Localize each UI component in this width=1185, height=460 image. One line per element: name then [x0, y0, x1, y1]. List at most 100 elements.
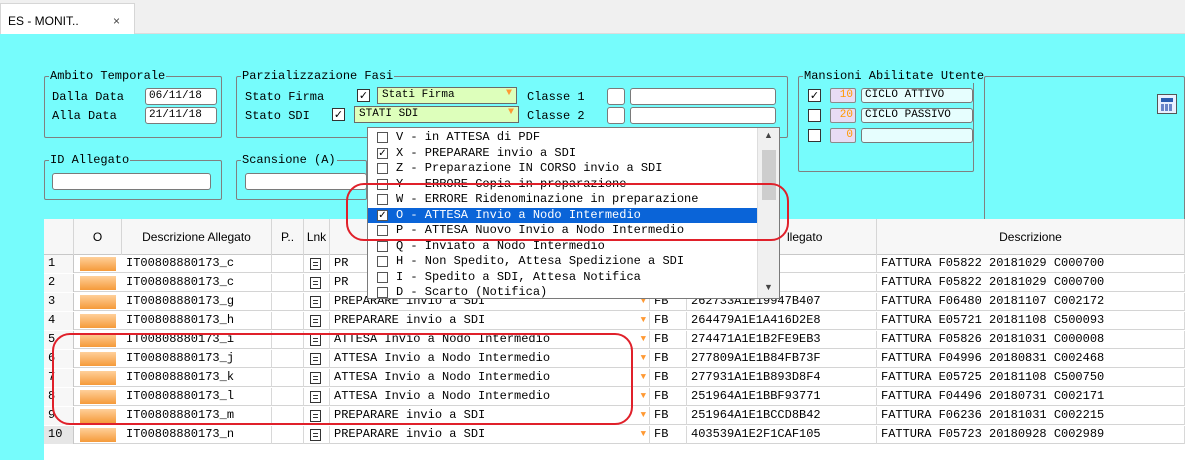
- stato-value: PREPARARE invio a SDI: [334, 427, 486, 441]
- option-label: H - Non Spedito, Attesa Spedizione a SDI: [396, 254, 685, 268]
- id-allegato-cell: 403539A1E2F1CAF105: [687, 426, 877, 444]
- row-number: 10: [44, 426, 74, 444]
- id-allegato-cell: 264479A1E1A416D2E8: [687, 312, 877, 330]
- lnk-cell[interactable]: [304, 312, 330, 330]
- option-label: I - Spedito a SDI, Attesa Notifica: [396, 269, 641, 284]
- header-descrizione[interactable]: Descrizione: [877, 219, 1185, 255]
- lnk-cell[interactable]: [304, 274, 330, 292]
- close-icon[interactable]: ×: [113, 14, 120, 28]
- header-descrizione-allegato[interactable]: Descrizione Allegato: [122, 219, 272, 255]
- stato-value: PR: [334, 275, 349, 289]
- row-number-header: [44, 219, 74, 255]
- tab-es-monit[interactable]: ES - MONIT.. ×: [0, 3, 135, 34]
- stato-value: PREPARARE invio a SDI: [334, 313, 486, 327]
- descrizione-cell: FATTURA E05721 20181108 C500093: [877, 312, 1185, 330]
- chevron-down-icon[interactable]: ▼: [641, 426, 646, 443]
- mansione-checkbox[interactable]: ✓: [808, 89, 821, 102]
- status-color-cell: [80, 428, 116, 442]
- dropdown-option[interactable]: D - Scarto (Notifica): [368, 285, 762, 300]
- stato-sdi-value: STATI SDI: [359, 108, 419, 120]
- lnk-cell[interactable]: [304, 426, 330, 444]
- document-icon[interactable]: [310, 315, 321, 327]
- tipo-cell: FB: [650, 388, 687, 406]
- option-checkbox[interactable]: [377, 163, 388, 174]
- tipo-cell: FB: [650, 350, 687, 368]
- group-title: ID Allegato: [49, 153, 131, 167]
- p-cell: [272, 426, 304, 444]
- document-icon[interactable]: [310, 258, 321, 270]
- stato-firma-value: Stati Firma: [382, 89, 455, 101]
- chevron-down-icon[interactable]: ▼: [641, 388, 646, 405]
- lnk-cell[interactable]: [304, 255, 330, 273]
- header-p[interactable]: P..: [272, 219, 304, 255]
- alla-data-label: Alla Data: [52, 109, 117, 123]
- stato-cell[interactable]: PREPARARE invio a SDI ▼: [330, 312, 650, 330]
- header-o[interactable]: O: [74, 219, 122, 255]
- dropdown-option[interactable]: I - Spedito a SDI, Attesa Notifica: [368, 270, 762, 285]
- stato-sdi-checkbox[interactable]: ✓: [332, 108, 345, 121]
- stato-sdi-select[interactable]: STATI SDI ▼: [354, 106, 519, 123]
- tipo-cell: FB: [650, 369, 687, 387]
- option-label: Z - Preparazione IN CORSO invio a SDI: [396, 161, 663, 175]
- option-label: V - in ATTESA di PDF: [396, 130, 541, 144]
- id-allegato-input[interactable]: [52, 173, 211, 190]
- classe1-desc-input[interactable]: [630, 88, 776, 105]
- option-checkbox[interactable]: ✓: [377, 147, 388, 159]
- mansione-code: 20: [830, 108, 856, 123]
- id-allegato-cell: 251964A1E1BCCD8B42: [687, 407, 877, 425]
- descrizione-allegato-cell: IT00808880173_c: [122, 255, 272, 273]
- document-icon[interactable]: [310, 429, 321, 441]
- document-icon[interactable]: [310, 277, 321, 289]
- group-title: Scansione (A): [241, 153, 337, 167]
- chevron-down-icon[interactable]: ▼: [641, 407, 646, 424]
- lnk-cell[interactable]: [304, 293, 330, 311]
- chevron-down-icon[interactable]: ▼: [641, 369, 646, 386]
- dropdown-option[interactable]: ✓ X - PREPARARE invio a SDI: [368, 146, 762, 161]
- group-title: Ambito Temporale: [49, 69, 167, 83]
- id-allegato-cell: 277809A1E1B84FB73F: [687, 350, 877, 368]
- dropdown-option[interactable]: H - Non Spedito, Attesa Spedizione a SDI: [368, 254, 762, 269]
- document-icon[interactable]: [310, 296, 321, 308]
- dalla-data-input[interactable]: 06/11/18: [145, 88, 217, 105]
- p-cell: [272, 255, 304, 273]
- option-checkbox[interactable]: [377, 240, 388, 252]
- status-color-cell: [80, 314, 116, 328]
- classe2-code-input[interactable]: [607, 107, 625, 124]
- descrizione-cell: FATTURA F04996 20180831 C002468: [877, 350, 1185, 368]
- header-lnk[interactable]: Lnk: [304, 219, 330, 255]
- scroll-down-icon[interactable]: ▼: [764, 282, 773, 292]
- descrizione-allegato-cell: IT00808880173_h: [122, 312, 272, 330]
- row-number: 3: [44, 293, 74, 311]
- stato-cell[interactable]: PREPARARE invio a SDI ▼: [330, 426, 650, 444]
- option-checkbox[interactable]: [377, 287, 388, 298]
- descrizione-cell: FATTURA F06236 20181031 C002215: [877, 407, 1185, 425]
- chevron-down-icon[interactable]: ▼: [641, 350, 646, 367]
- tipo-cell: FB: [650, 331, 687, 349]
- alla-data-input[interactable]: 21/11/18: [145, 107, 217, 124]
- classe2-label: Classe 2: [527, 109, 585, 123]
- dropdown-option[interactable]: Z - Preparazione IN CORSO invio a SDI: [368, 161, 762, 176]
- calculator-icon[interactable]: [1157, 94, 1177, 114]
- chevron-down-icon[interactable]: ▼: [641, 331, 646, 348]
- descrizione-allegato-cell: IT00808880173_g: [122, 293, 272, 311]
- descrizione-cell: FATTURA F05822 20181029 C000700: [877, 255, 1185, 273]
- option-checkbox[interactable]: [377, 132, 388, 143]
- stato-sdi-label: Stato SDI: [245, 109, 310, 123]
- group-title: Parzializzazione Fasi: [241, 69, 395, 83]
- table-row[interactable]: 4 IT00808880173_h PREPARARE invio a SDI ▼ FB…: [44, 312, 1185, 330]
- classe2-desc-input[interactable]: [630, 107, 776, 124]
- stato-firma-checkbox[interactable]: ✓: [357, 89, 370, 102]
- scansione-input[interactable]: [245, 173, 367, 190]
- mansione-checkbox[interactable]: [808, 109, 821, 122]
- stato-firma-label: Stato Firma: [245, 90, 325, 104]
- option-checkbox[interactable]: [377, 271, 388, 283]
- classe1-code-input[interactable]: [607, 88, 625, 105]
- scroll-up-icon[interactable]: ▲: [764, 130, 773, 140]
- mansione-checkbox[interactable]: [808, 129, 821, 142]
- descrizione-allegato-cell: IT00808880173_c: [122, 274, 272, 292]
- dropdown-option[interactable]: V - in ATTESA di PDF: [368, 130, 762, 145]
- option-checkbox[interactable]: [377, 256, 388, 267]
- stato-firma-select[interactable]: Stati Firma ▼: [377, 87, 517, 104]
- chevron-down-icon[interactable]: ▼: [641, 312, 646, 329]
- table-row[interactable]: 10 IT00808880173_n PREPARARE invio a SDI ▼ F…: [44, 426, 1185, 444]
